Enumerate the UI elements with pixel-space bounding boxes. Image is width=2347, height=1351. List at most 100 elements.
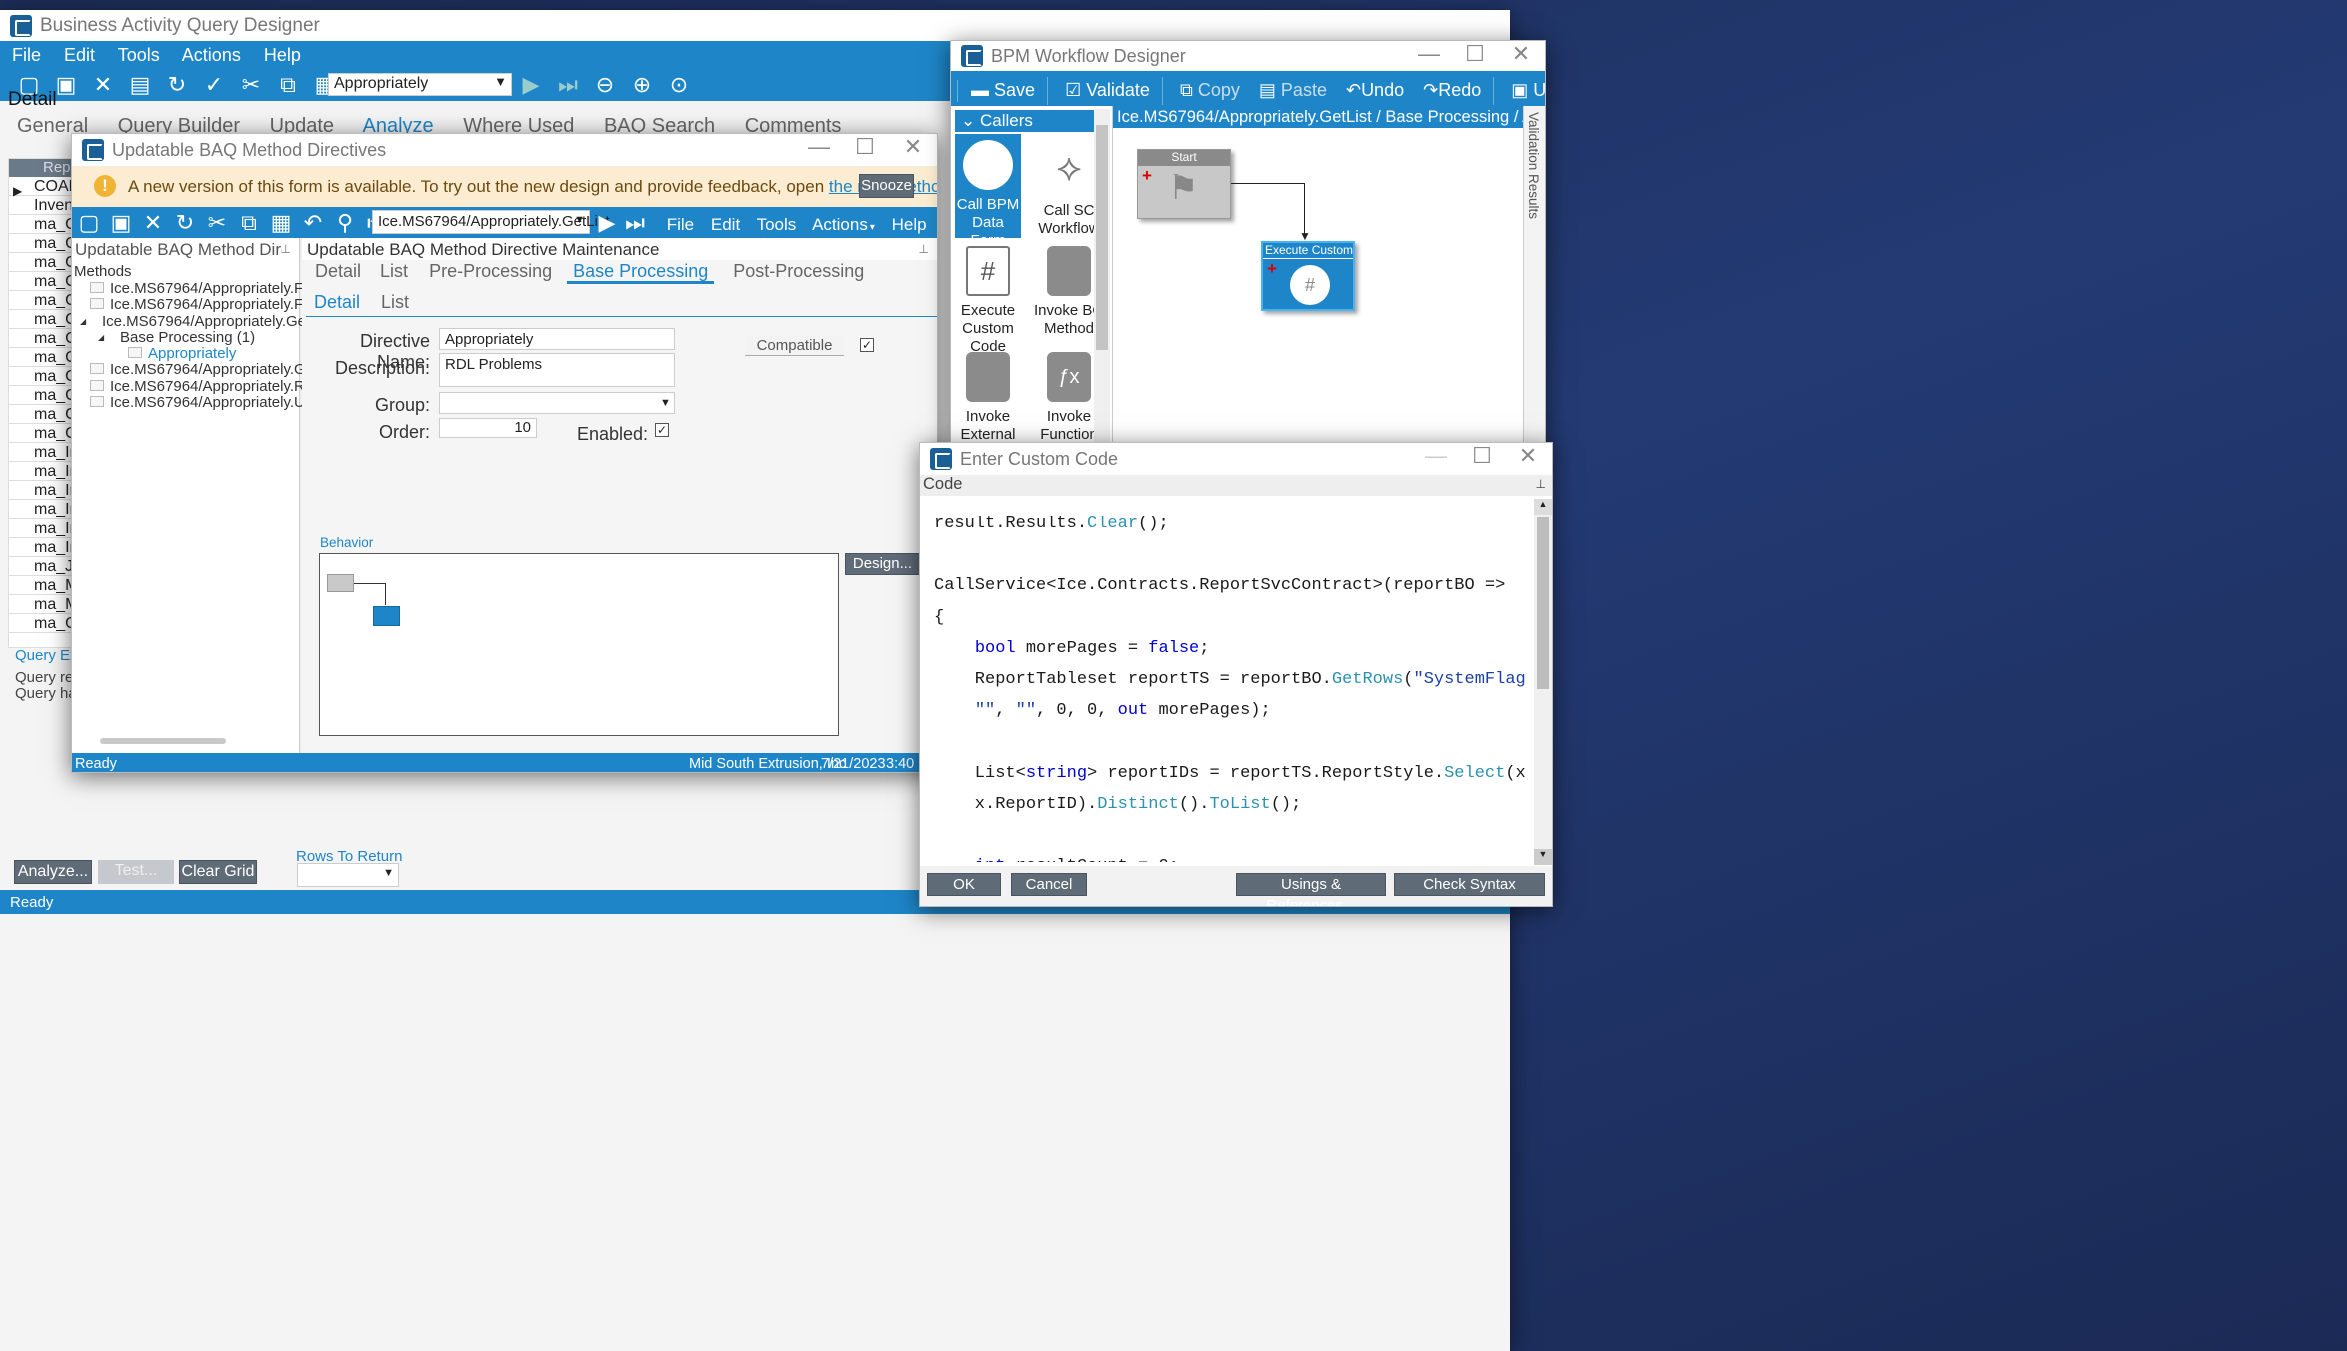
close-icon[interactable]: ✕	[1501, 41, 1541, 67]
menu-file[interactable]: File	[12, 45, 41, 65]
subtab-detail[interactable]: Detail	[306, 292, 368, 312]
tree-item[interactable]: Ice.MS67964/Appropriately.GetNew	[72, 361, 348, 378]
design-button[interactable]: Design...	[845, 553, 920, 575]
binoculars-icon[interactable]: ⚲	[332, 210, 358, 236]
ok-button[interactable]: OK	[927, 873, 1001, 896]
snooze-button[interactable]: Snooze	[859, 174, 914, 198]
last-icon[interactable]: ⏭	[622, 210, 648, 236]
tab-detail[interactable]: Detail	[315, 261, 361, 281]
menu-actions[interactable]: Actions	[812, 215, 868, 234]
minimize-icon[interactable]: —	[1409, 41, 1449, 67]
usings-button[interactable]: Usings & References...	[1533, 80, 1545, 100]
group-select[interactable]	[439, 392, 675, 414]
validation-results-panel[interactable]: Validation Results	[1523, 106, 1545, 449]
tool-invoke-external-method[interactable]: Invoke External Method	[955, 352, 1021, 449]
directive-name-field[interactable]: Appropriately	[439, 328, 675, 350]
menu-edit[interactable]: Edit	[711, 215, 740, 234]
refresh-icon[interactable]: ↻	[164, 72, 190, 98]
redo-button[interactable]: Redo	[1438, 80, 1481, 100]
order-field[interactable]: 10	[439, 418, 537, 438]
paste-button[interactable]: Paste	[1281, 80, 1327, 100]
cut-icon[interactable]: ✂	[238, 72, 264, 98]
enabled-checkbox[interactable]: ✓	[655, 423, 669, 437]
save-icon[interactable]: ▣	[108, 210, 134, 236]
description-field[interactable]: RDL Problems	[439, 353, 675, 387]
tab-list[interactable]: List	[380, 261, 408, 281]
menu-edit[interactable]: Edit	[64, 45, 95, 65]
delete-icon[interactable]: ✕	[140, 210, 166, 236]
scroll-up-icon[interactable]: ▲	[1534, 499, 1552, 515]
tree-item[interactable]: Ice.MS67964/Appropriately.FieldVali	[72, 296, 350, 313]
pin-icon[interactable]: ⊥	[281, 242, 291, 256]
cancel-button[interactable]: Cancel	[1011, 873, 1087, 896]
undo-button[interactable]: Undo	[1361, 80, 1404, 100]
copy-icon[interactable]: ⧉	[236, 210, 262, 236]
tree-item[interactable]: Ice.MS67964/Appropriately.Update	[72, 394, 342, 411]
clear-grid-button[interactable]: Clear Grid	[179, 860, 257, 884]
next-icon[interactable]: ▶	[594, 210, 620, 236]
tree-item[interactable]: Appropriately	[72, 345, 299, 362]
tree-scrollbar[interactable]	[100, 738, 226, 744]
directives-nav-select[interactable]: Ice.MS67964/Appropriately.GetList ▼	[372, 210, 610, 234]
scroll-down-icon[interactable]: ▼	[1534, 849, 1552, 865]
check-syntax-button[interactable]: Check Syntax	[1394, 873, 1545, 896]
code-scroll-thumb[interactable]	[1537, 517, 1549, 689]
minimize-icon[interactable]: —	[799, 134, 839, 160]
compatible-checkbox[interactable]: ✓	[860, 338, 874, 352]
menu-tools[interactable]: Tools	[118, 45, 160, 65]
maximize-icon[interactable]: ☐	[1455, 41, 1495, 67]
clear-icon[interactable]: ✓	[201, 72, 227, 98]
subtab-list[interactable]: List	[381, 292, 409, 312]
pin-icon[interactable]: ⊥	[919, 242, 929, 256]
execute-custom-code-node[interactable]: Execute Custom Co + #	[1261, 241, 1355, 311]
copy-icon[interactable]: ⧉	[275, 72, 301, 98]
forward-icon[interactable]: ⊕	[629, 72, 655, 98]
usings-references-button[interactable]: Usings & References...	[1236, 873, 1386, 906]
undo-icon[interactable]: ↶	[300, 210, 326, 236]
menu-file[interactable]: File	[667, 215, 694, 234]
menu-tools[interactable]: Tools	[757, 215, 797, 234]
minimize-icon[interactable]: —	[1416, 443, 1456, 469]
rows-to-return-select[interactable]: ▼	[297, 863, 399, 887]
tree-item[interactable]: Ice.MS67964/Appropriately.FieldUpd	[72, 280, 354, 297]
tab-post-processing[interactable]: Post-Processing	[733, 261, 864, 281]
cut-icon[interactable]: ✂	[204, 210, 230, 236]
baq-nav-select[interactable]: Appropriately ▼	[328, 73, 512, 96]
back-icon[interactable]: ⊖	[592, 72, 618, 98]
tree-item[interactable]: ◢ Base Processing (1)	[72, 329, 299, 346]
menu-actions[interactable]: Actions	[182, 45, 241, 65]
tab-base-processing[interactable]: Base Processing	[567, 261, 715, 284]
toolbox-scroll-thumb[interactable]	[1096, 125, 1108, 350]
tree-item[interactable]: Ice.MS67964/Appropriately.RunCust	[72, 378, 352, 395]
tab-pre-processing[interactable]: Pre-Processing	[429, 261, 552, 281]
menu-help[interactable]: Help	[264, 45, 301, 65]
maximize-icon[interactable]: ☐	[845, 134, 885, 160]
refresh-icon[interactable]: ↻	[172, 210, 198, 236]
last-icon[interactable]: ⏭	[555, 72, 581, 98]
callers-header[interactable]: ⌄ Callers	[955, 110, 1108, 132]
attach-icon[interactable]: ▤	[127, 72, 153, 98]
test-button[interactable]: Test...	[98, 860, 174, 884]
close-icon[interactable]: ✕	[1508, 443, 1548, 469]
close-icon[interactable]: ✕	[893, 134, 933, 160]
home-icon[interactable]: ⊙	[666, 72, 692, 98]
next-icon[interactable]: ▶	[518, 72, 544, 98]
tool-execute-custom-code[interactable]: # Execute Custom Code	[955, 246, 1021, 356]
paste-icon[interactable]: ▦	[268, 210, 294, 236]
toolbox-scrollbar[interactable]	[1094, 109, 1110, 449]
tool-call-bpm-data-form[interactable]: Call BPM Data Form	[955, 134, 1021, 249]
menu-help[interactable]: Help	[892, 215, 927, 234]
tree-item[interactable]: ◢ Ice.MS67964/Appropriately.GetList	[72, 313, 334, 330]
copy-button[interactable]: Copy	[1198, 80, 1240, 100]
delete-icon[interactable]: ✕	[90, 72, 116, 98]
maximize-icon[interactable]: ☐	[1462, 443, 1502, 469]
code-editor[interactable]: result.Results.Clear(); CallService<Ice.C…	[934, 516, 1530, 862]
start-node[interactable]: Start + ⚑	[1137, 149, 1231, 219]
validate-button[interactable]: Validate	[1086, 80, 1150, 100]
save-icon[interactable]: ▣	[53, 72, 79, 98]
code-scrollbar[interactable]: ▲ ▼	[1534, 499, 1552, 865]
compatible-button[interactable]: Compatible	[745, 336, 844, 356]
new-icon[interactable]: ▢	[76, 210, 102, 236]
pin-icon[interactable]: ⊥	[1536, 477, 1546, 491]
analyze-button[interactable]: Analyze...	[14, 860, 92, 884]
